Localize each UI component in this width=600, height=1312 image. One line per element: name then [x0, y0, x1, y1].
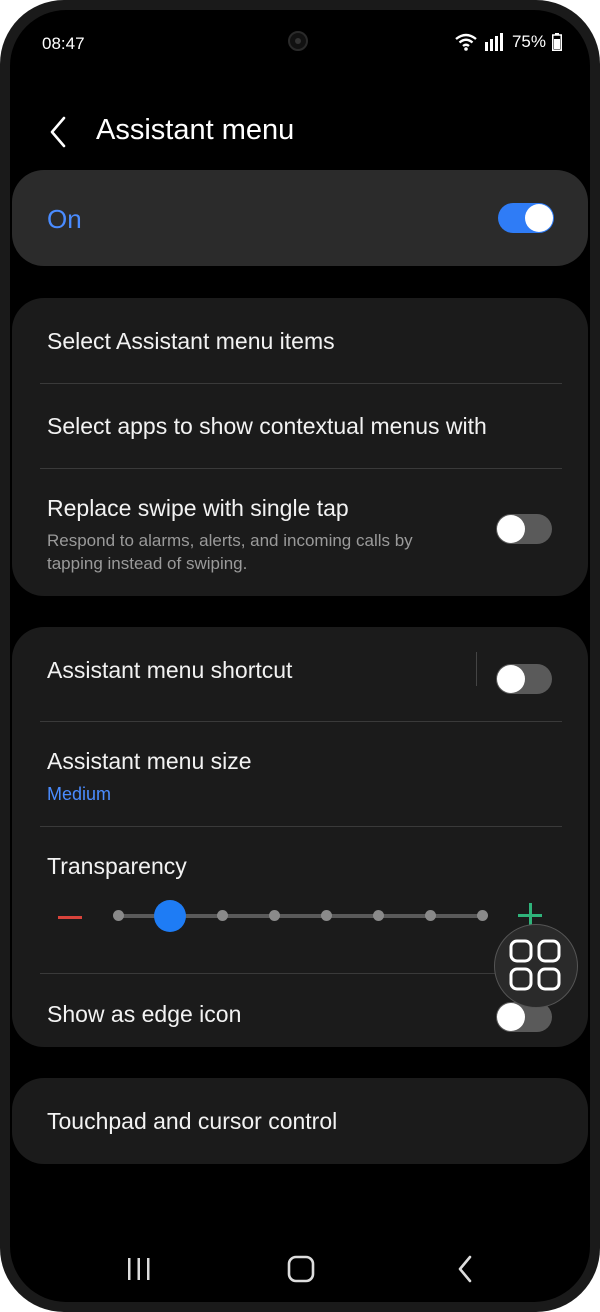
select-apps-row[interactable]: Select apps to show contextual menus wit…	[12, 384, 588, 469]
app-header: Assistant menu	[10, 100, 590, 168]
home-button[interactable]	[284, 1254, 318, 1284]
battery-percent: 75%	[511, 32, 546, 51]
minus-icon	[58, 916, 82, 919]
shortcut-row[interactable]: Assistant menu shortcut	[12, 627, 588, 712]
select-items-row[interactable]: Select Assistant menu items	[12, 298, 588, 383]
status-bar: 08:47 75%	[10, 10, 590, 74]
slider-step	[269, 910, 280, 921]
status-time: 08:47	[42, 34, 85, 53]
touchpad-label: Touchpad and cursor control	[47, 1108, 338, 1134]
front-camera	[288, 31, 308, 51]
wifi-icon	[455, 33, 477, 51]
page-title: Assistant menu	[96, 114, 295, 146]
master-toggle[interactable]	[498, 203, 554, 233]
transparency-label: Transparency	[47, 853, 187, 879]
grid-icon	[509, 939, 560, 990]
replace-swipe-toggle[interactable]	[496, 514, 552, 544]
settings-group-1: Select Assistant menu items Select apps …	[12, 298, 588, 596]
phone-frame: 08:47 75% Assistant menu On Select Assis…	[0, 0, 600, 1312]
signal-icon	[484, 33, 503, 51]
back-button[interactable]	[44, 114, 74, 150]
size-value: Medium	[47, 784, 112, 804]
replace-swipe-row[interactable]: Replace swipe with single tap Respond to…	[12, 469, 588, 596]
assistant-menu-floating-button[interactable]	[494, 924, 578, 1008]
size-row[interactable]: Assistant menu size Medium	[12, 722, 588, 826]
slider-step	[373, 910, 384, 921]
slider-thumb[interactable]	[154, 900, 186, 932]
shortcut-toggle[interactable]	[496, 664, 552, 694]
slider-step	[321, 910, 332, 921]
screen: 08:47 75% Assistant menu On Select Assis…	[10, 10, 590, 1302]
transparency-slider[interactable]	[113, 900, 488, 932]
back-icon	[458, 1255, 472, 1283]
slider-step	[113, 910, 124, 921]
slider-step	[425, 910, 436, 921]
replace-swipe-label: Replace swipe with single tap	[47, 495, 349, 521]
slider-step	[217, 910, 228, 921]
transparency-decrease-button[interactable]	[58, 905, 84, 931]
select-apps-label: Select apps to show contextual menus wit…	[47, 413, 487, 439]
select-items-label: Select Assistant menu items	[47, 328, 335, 354]
recents-button[interactable]	[122, 1254, 156, 1284]
toggle-knob	[497, 665, 525, 693]
replace-swipe-description: Respond to alarms, alerts, and incoming …	[47, 531, 413, 573]
edge-icon-label: Show as edge icon	[47, 1001, 242, 1027]
recents-icon	[128, 1258, 150, 1280]
home-icon	[287, 1255, 315, 1283]
settings-group-3: Touchpad and cursor control	[12, 1078, 588, 1164]
toggle-knob	[497, 515, 525, 543]
master-switch-card[interactable]: On	[12, 170, 588, 266]
divider	[40, 826, 562, 827]
size-label: Assistant menu size	[47, 748, 252, 774]
back-nav-button[interactable]	[450, 1254, 484, 1284]
toggle-knob	[525, 204, 553, 232]
master-switch-label: On	[47, 204, 82, 234]
shortcut-label: Assistant menu shortcut	[47, 657, 293, 683]
slider-step	[477, 910, 488, 921]
chevron-left-icon	[50, 116, 66, 148]
status-icons: 75%	[454, 32, 562, 52]
navigation-bar	[10, 1240, 590, 1300]
battery-icon	[552, 33, 562, 51]
shortcut-separator	[476, 652, 477, 686]
touchpad-row[interactable]: Touchpad and cursor control	[12, 1078, 588, 1164]
